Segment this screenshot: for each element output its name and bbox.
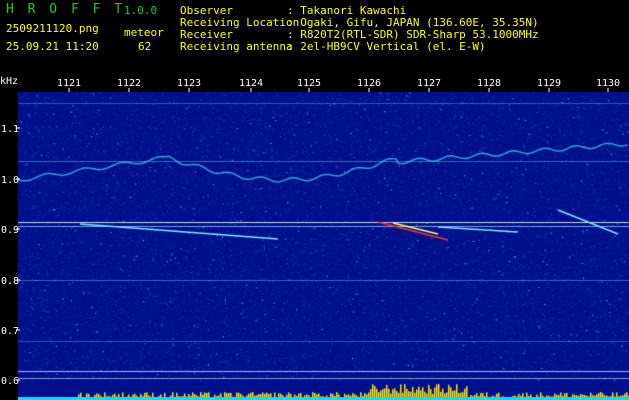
spectrogram: [18, 92, 629, 400]
file-name: 2509211120.png: [6, 22, 99, 35]
y-tick-label: 0.9: [1, 225, 19, 236]
x-tick-label: 1124: [239, 78, 263, 89]
y-tick-label: 0.8: [1, 276, 19, 287]
y-tick-label: 1.0: [1, 175, 19, 186]
x-tick-label: 1123: [177, 78, 201, 89]
x-tick-label: 1126: [357, 78, 381, 89]
x-axis: 1121 1122 1123 1124 1125 1126 1127 1128 1129 1130: [57, 78, 620, 92]
x-tick-label: 1121: [57, 78, 81, 89]
app-version: 1.0.0: [124, 4, 158, 17]
y-tick-label: 1.1: [1, 124, 19, 135]
y-tick-label: 0.6: [1, 376, 19, 387]
mode-label: meteor: [124, 26, 164, 39]
x-tick-label: 1129: [537, 78, 561, 89]
header-panel: H R O F F T 1.0.0 2509211120.png meteor …: [0, 0, 629, 74]
x-tick-label: 1127: [417, 78, 441, 89]
antenna-value: : 2el-HB9CV Vertical (el. E-W): [287, 40, 486, 53]
timestamp: 25.09.21 11:20: [6, 40, 99, 53]
unit-label: kHz: [0, 76, 18, 87]
app-title: H R O F F T: [6, 2, 126, 17]
x-tick-label: 1125: [297, 78, 321, 89]
x-tick-label: 1122: [117, 78, 141, 89]
x-tick-label: 1130: [596, 78, 620, 89]
meteor-count: 62: [138, 40, 152, 53]
antenna-label: Receiving antenna: [180, 40, 293, 53]
y-tick-label: 0.7: [1, 326, 19, 337]
x-tick-label: 1128: [477, 78, 501, 89]
